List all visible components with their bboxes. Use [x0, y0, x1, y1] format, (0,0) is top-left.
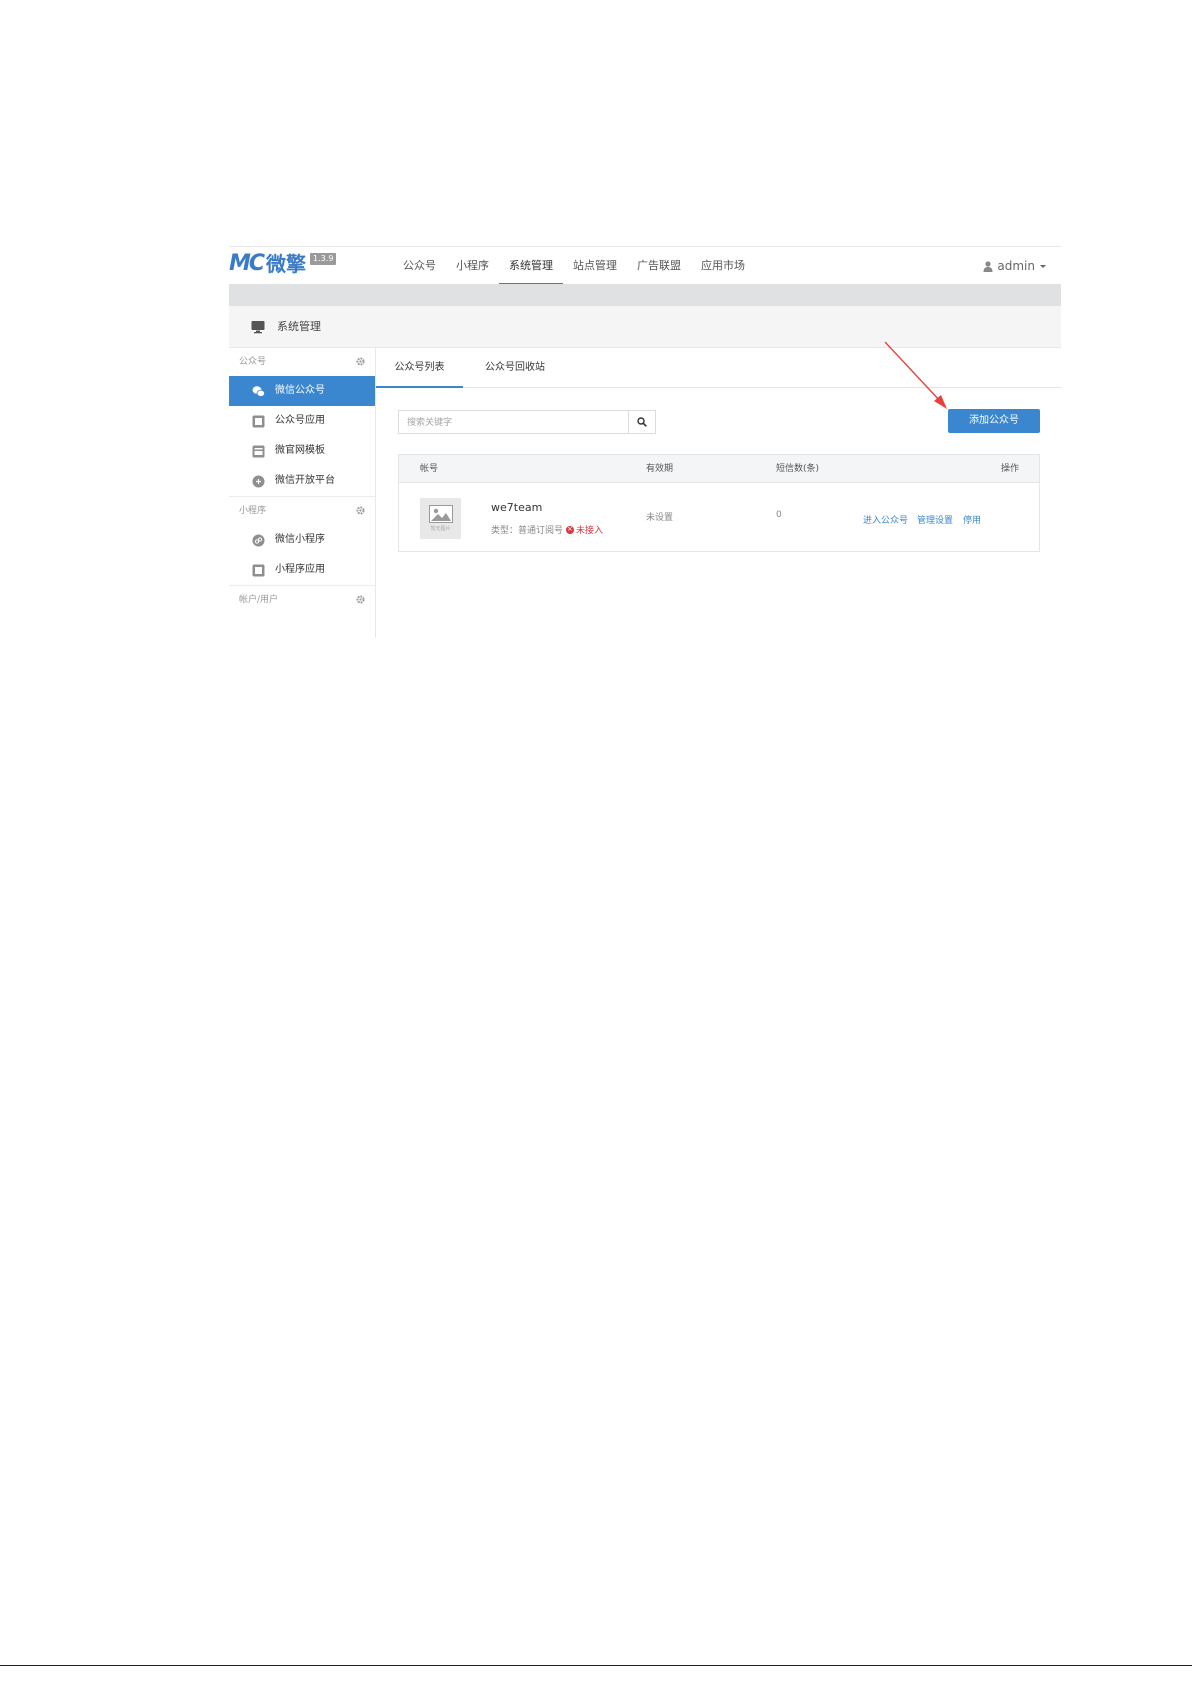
tab-recycle-bin[interactable]: 公众号回收站 — [471, 348, 559, 388]
nav-item-site-management[interactable]: 站点管理 — [563, 247, 627, 285]
app-icon — [252, 415, 265, 427]
screenshot: MC 微擎 1.3.9 公众号 小程序 系统管理 站点管理 广告联盟 应用市场 … — [229, 246, 1061, 638]
account-type-label: 类型：普通订阅号 — [491, 526, 564, 536]
search-icon — [637, 417, 647, 427]
sidebar-item-label: 公众号应用 — [275, 415, 325, 426]
app-icon — [252, 564, 265, 576]
enter-account-link[interactable]: 进入公众号 — [863, 513, 908, 526]
tab-account-list[interactable]: 公众号列表 — [376, 348, 463, 388]
sidebar-item-label: 微官网模板 — [275, 445, 325, 456]
sidebar-item-wechat-miniprograms[interactable]: 微信小程序 — [229, 525, 375, 555]
page-header: 系统管理 — [229, 306, 1061, 348]
logo-mark: MC — [229, 251, 265, 276]
sidebar-item-label: 微信小程序 — [275, 534, 325, 545]
miniprogram-icon — [252, 534, 265, 546]
status-badge: 未接入 — [566, 523, 603, 536]
search-button[interactable] — [628, 411, 655, 433]
chevron-down-icon — [1040, 264, 1046, 268]
user-menu[interactable]: admin — [983, 247, 1046, 285]
nav-item-ad-alliance[interactable]: 广告联盟 — [627, 247, 691, 285]
sidebar-item-label: 微信开放平台 — [275, 475, 335, 486]
disable-link[interactable]: 停用 — [963, 513, 981, 526]
sms-count: 0 — [776, 510, 782, 520]
table-header: 帐号 有效期 短信数(条) 操作 — [399, 455, 1039, 483]
sidebar-item-label: 小程序应用 — [275, 564, 325, 575]
search-input[interactable] — [399, 411, 639, 435]
gear-icon[interactable] — [356, 357, 365, 366]
monitor-icon — [251, 321, 265, 334]
logo[interactable]: MC 微擎 1.3.9 — [229, 251, 337, 277]
username: admin — [997, 259, 1035, 273]
column-header-expiry: 有效期 — [646, 464, 674, 474]
sidebar-item-open-platform[interactable]: 微信开放平台 — [229, 466, 375, 496]
avatar-caption: 暂无图片 — [430, 526, 451, 532]
manage-settings-link[interactable]: 管理设置 — [917, 513, 953, 526]
user-icon — [983, 260, 993, 272]
sidebar-group-official-accounts: 公众号 — [229, 348, 375, 376]
avatar: 暂无图片 — [420, 498, 461, 539]
gear-icon[interactable] — [356, 506, 365, 515]
template-icon — [252, 445, 265, 457]
status-text: 未接入 — [576, 526, 604, 536]
sidebar-group-accounts-users: 帐户/用户 — [229, 585, 375, 614]
nav-item-miniprograms[interactable]: 小程序 — [446, 247, 499, 285]
logo-name: 微擎 — [266, 252, 307, 276]
image-placeholder-icon — [428, 505, 453, 523]
wechat-icon — [252, 385, 265, 397]
account-name: we7team — [491, 501, 543, 514]
sidebar-item-account-apps[interactable]: 公众号应用 — [229, 406, 375, 436]
main-menu: 公众号 小程序 系统管理 站点管理 广告联盟 应用市场 — [393, 247, 755, 285]
gear-icon[interactable] — [356, 595, 365, 604]
search-box — [398, 410, 656, 435]
nav-item-app-market[interactable]: 应用市场 — [691, 247, 755, 285]
page-title: 系统管理 — [277, 320, 321, 333]
sidebar-item-label: 微信公众号 — [275, 385, 325, 396]
version-badge: 1.3.9 — [310, 253, 337, 265]
sidebar-item-wechat-official-accounts[interactable]: 微信公众号 — [229, 376, 375, 406]
open-platform-icon — [252, 475, 265, 487]
tab-bar: 公众号列表 公众号回收站 — [376, 348, 1061, 388]
nav-item-official-accounts[interactable]: 公众号 — [393, 247, 446, 285]
page-rule — [0, 1665, 1192, 1666]
expiry-value: 未设置 — [646, 513, 674, 523]
column-header-account: 帐号 — [420, 464, 439, 474]
sidebar-group-miniprograms: 小程序 — [229, 496, 375, 525]
sidebar-item-site-templates[interactable]: 微官网模板 — [229, 436, 375, 466]
sidebar-item-miniprogram-apps[interactable]: 小程序应用 — [229, 555, 375, 585]
sidebar-group-label: 小程序 — [239, 506, 267, 516]
account-type: 类型：普通订阅号 未接入 — [491, 523, 603, 537]
sidebar-group-label: 帐户/用户 — [239, 595, 279, 605]
accounts-table: 帐号 有效期 短信数(条) 操作 暂无图片 we7team 类型：普通订阅号 ×… — [398, 454, 1040, 552]
sidebar-group-label: 公众号 — [239, 357, 267, 367]
header-band — [229, 284, 1061, 306]
nav-item-system-management[interactable]: 系统管理 — [499, 247, 563, 285]
top-navbar: MC 微擎 1.3.9 公众号 小程序 系统管理 站点管理 广告联盟 应用市场 … — [229, 246, 1061, 285]
column-header-actions: 操作 — [1000, 464, 1019, 474]
add-account-button[interactable]: 添加公众号 — [948, 409, 1040, 433]
error-icon — [566, 524, 575, 534]
column-header-sms: 短信数(条) — [776, 464, 820, 474]
main-content: 公众号列表 公众号回收站 添加公众号 帐号 有效期 短信数(条) 操作 — [376, 348, 1061, 638]
sidebar: 公众号 微信公众号 公众号应用 微官网模板 微信开放平台 小程序 微信小程序 小… — [229, 348, 376, 638]
